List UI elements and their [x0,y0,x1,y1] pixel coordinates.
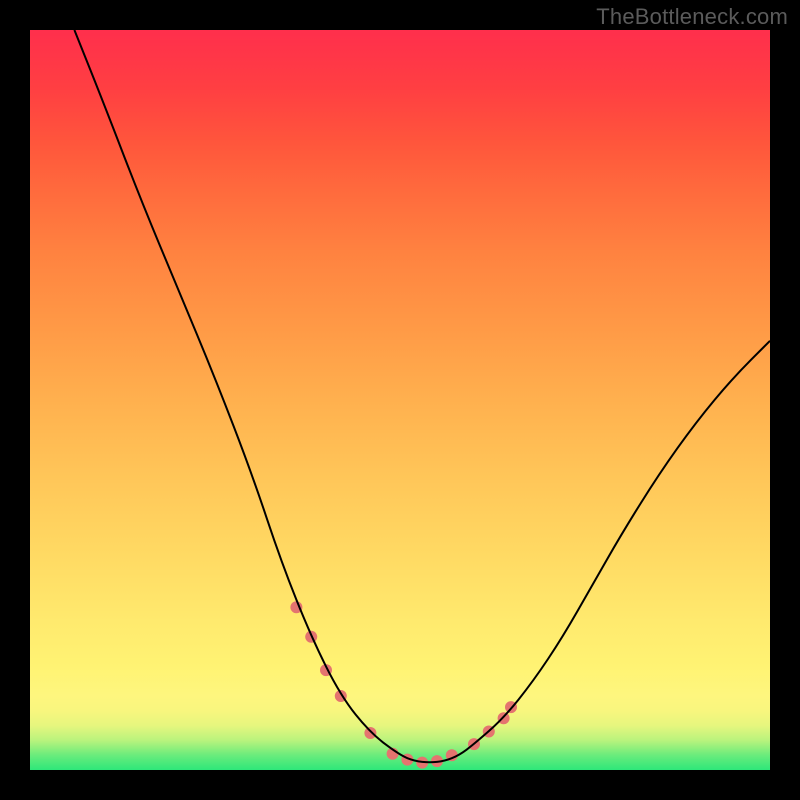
chart-frame: TheBottleneck.com [0,0,800,800]
plot-area [30,30,770,770]
watermark-text: TheBottleneck.com [596,4,788,30]
marker-dot [364,727,376,739]
chart-svg [30,30,770,770]
series-curve [74,30,770,762]
marker-layer [290,601,517,768]
